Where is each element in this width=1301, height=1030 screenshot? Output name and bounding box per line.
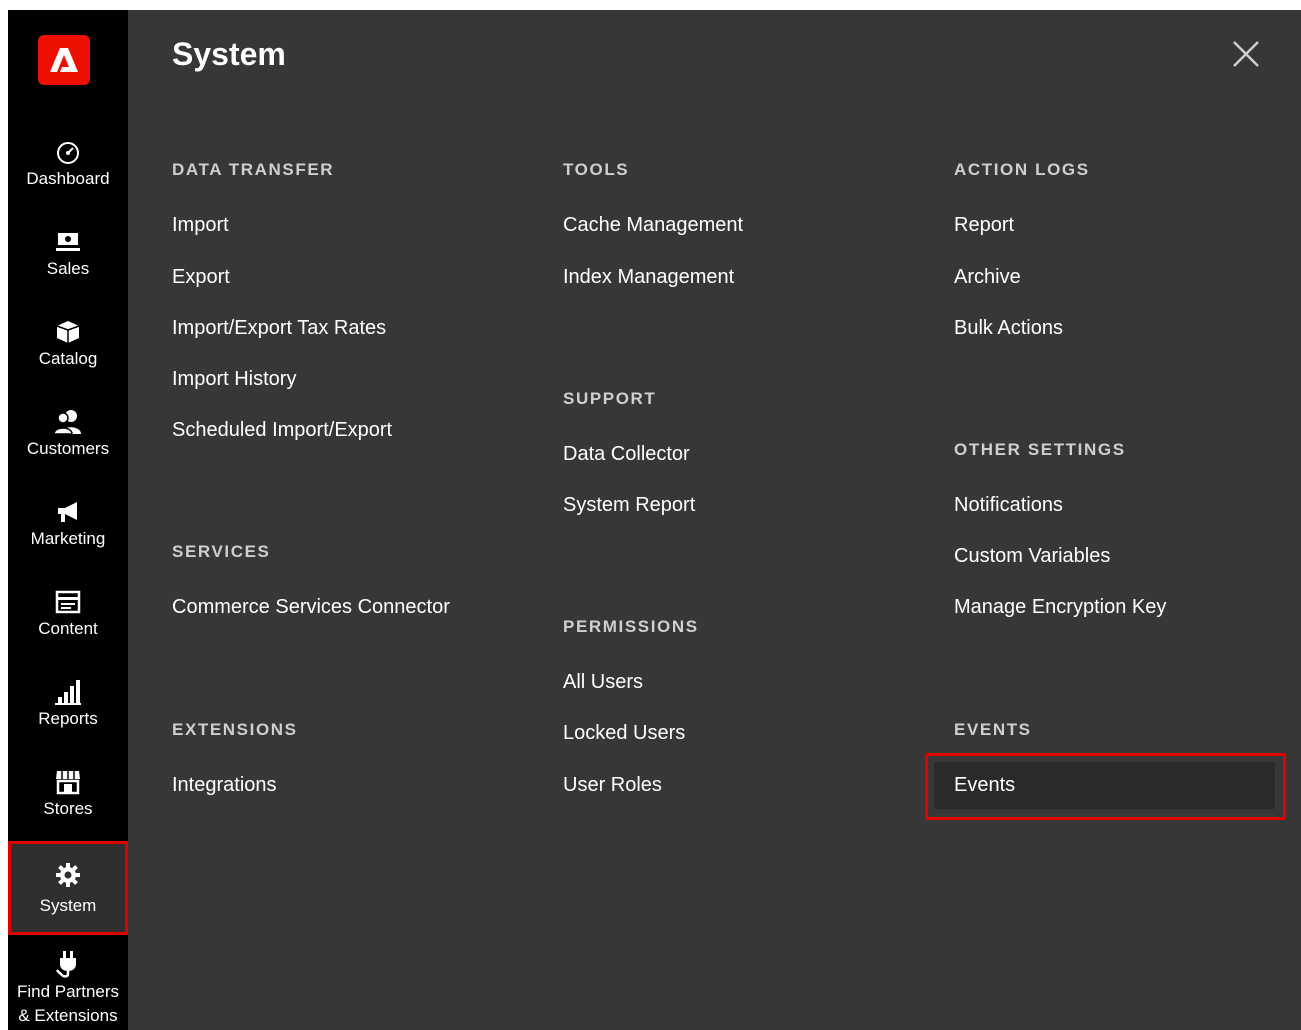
sidebar-item-reports[interactable]: Reports (8, 678, 128, 764)
menu-link-commerce-services-connector[interactable]: Commerce Services Connector (172, 594, 450, 620)
sidebar-item-label: Stores (43, 799, 93, 818)
menu-link-import[interactable]: Import (172, 212, 229, 238)
sidebar-item-dashboard[interactable]: Dashboard (8, 138, 128, 224)
marketing-icon (8, 498, 128, 526)
page-title: System (172, 36, 286, 72)
sidebar-item-label: Marketing (30, 529, 106, 548)
section-heading-data-transfer: DATA TRANSFER (172, 160, 335, 179)
menu-link-archive[interactable]: Archive (954, 264, 1021, 290)
gear-icon (8, 861, 128, 889)
section-heading-support: SUPPORT (563, 389, 657, 408)
sales-icon (8, 228, 128, 256)
customers-icon (8, 408, 128, 436)
menu-link-import-history[interactable]: Import History (172, 366, 296, 392)
sidebar-item-system[interactable]: System (8, 841, 128, 935)
menu-link-custom-variables[interactable]: Custom Variables (954, 543, 1110, 569)
section-heading-other-settings: OTHER SETTINGS (954, 440, 1126, 459)
sidebar-item-catalog[interactable]: Catalog (8, 318, 128, 404)
section-heading-tools: TOOLS (563, 160, 630, 179)
menu-link-report[interactable]: Report (954, 212, 1014, 238)
sidebar-item-find-partners[interactable]: Find Partners & Extensions (8, 950, 128, 1030)
sidebar-item-content[interactable]: Content (8, 588, 128, 674)
section-heading-events: EVENTS (954, 720, 1032, 739)
section-heading-services: SERVICES (172, 542, 271, 561)
menu-link-notifications[interactable]: Notifications (954, 492, 1063, 518)
menu-link-scheduled-import-export[interactable]: Scheduled Import/Export (172, 417, 392, 443)
sidebar-item-customers[interactable]: Customers (8, 408, 128, 494)
menu-link-events[interactable]: Events (954, 772, 1015, 798)
sidebar-item-label-line2: & Extensions (18, 1006, 118, 1025)
menu-link-all-users[interactable]: All Users (563, 669, 643, 695)
system-menu-panel: System DATA TRANSFER Import Export Impor… (128, 10, 1301, 1030)
sidebar-item-label: Reports (38, 709, 98, 728)
menu-link-import-export-tax-rates[interactable]: Import/Export Tax Rates (172, 315, 386, 341)
menu-link-locked-users[interactable]: Locked Users (563, 720, 685, 746)
reports-icon (8, 678, 128, 706)
menu-link-manage-encryption-key[interactable]: Manage Encryption Key (954, 594, 1166, 620)
section-heading-permissions: PERMISSIONS (563, 617, 699, 636)
catalog-icon (8, 318, 128, 346)
menu-link-cache-management[interactable]: Cache Management (563, 212, 743, 238)
sidebar-item-marketing[interactable]: Marketing (8, 498, 128, 584)
sidebar-item-label: System (39, 896, 97, 915)
adobe-logo[interactable] (38, 35, 90, 85)
close-icon (1233, 41, 1259, 67)
menu-link-export[interactable]: Export (172, 264, 230, 290)
content-icon (8, 588, 128, 616)
stores-icon (8, 768, 128, 796)
sidebar-item-label: Catalog (38, 349, 98, 368)
sidebar-item-label: Content (38, 619, 98, 638)
menu-link-bulk-actions[interactable]: Bulk Actions (954, 315, 1063, 341)
sidebar-item-label-line1: Find Partners (16, 982, 120, 1001)
admin-sidebar: Dashboard Sales Catalog Customers Market… (8, 10, 128, 1030)
close-button[interactable] (1232, 40, 1260, 68)
section-heading-extensions: EXTENSIONS (172, 720, 298, 739)
menu-link-data-collector[interactable]: Data Collector (563, 441, 690, 467)
plug-icon (8, 950, 128, 978)
dashboard-icon (8, 138, 128, 166)
menu-link-integrations[interactable]: Integrations (172, 772, 277, 798)
menu-link-system-report[interactable]: System Report (563, 492, 695, 518)
sidebar-item-sales[interactable]: Sales (8, 228, 128, 314)
menu-link-user-roles[interactable]: User Roles (563, 772, 662, 798)
sidebar-item-label: Sales (46, 259, 90, 278)
sidebar-item-label: Dashboard (26, 169, 110, 188)
sidebar-item-label: Find Partners & Extensions (8, 980, 128, 1028)
menu-link-index-management[interactable]: Index Management (563, 264, 734, 290)
section-heading-action-logs: ACTION LOGS (954, 160, 1090, 179)
sidebar-item-label: Customers (26, 439, 110, 458)
